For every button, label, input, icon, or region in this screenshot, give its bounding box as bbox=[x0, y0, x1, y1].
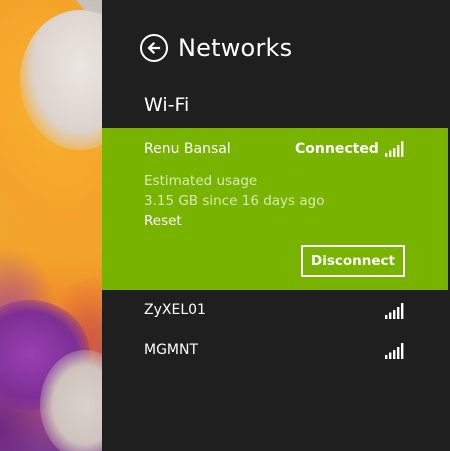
wifi-signal-icon bbox=[385, 343, 404, 359]
screen: Networks Wi-Fi Renu Bansal Connected Est… bbox=[0, 0, 450, 451]
network-name: ZyXEL01 bbox=[144, 302, 206, 318]
wifi-signal-icon bbox=[385, 303, 404, 319]
reset-link[interactable]: Reset bbox=[144, 213, 182, 229]
network-name: MGMNT bbox=[144, 342, 199, 358]
network-list-item[interactable]: ZyXEL01 bbox=[102, 294, 448, 328]
network-list-item[interactable]: MGMNT bbox=[102, 334, 448, 368]
connection-status: Connected bbox=[295, 141, 379, 157]
connected-network-tile[interactable]: Renu Bansal Connected Estimated usage 3.… bbox=[102, 128, 448, 290]
page-title: Networks bbox=[178, 34, 293, 62]
back-arrow-icon bbox=[147, 41, 161, 55]
estimated-usage-label: Estimated usage bbox=[144, 173, 258, 189]
disconnect-button[interactable]: Disconnect bbox=[301, 245, 405, 277]
panel-header: Networks bbox=[140, 34, 292, 62]
estimated-usage-value: 3.15 GB since 16 days ago bbox=[144, 193, 325, 209]
wifi-section-title: Wi-Fi bbox=[144, 94, 190, 116]
network-name: Renu Bansal bbox=[144, 141, 231, 157]
desktop-wallpaper bbox=[0, 0, 102, 451]
networks-panel: Networks Wi-Fi Renu Bansal Connected Est… bbox=[102, 0, 450, 451]
back-button[interactable] bbox=[140, 34, 168, 62]
wifi-signal-icon bbox=[385, 141, 404, 157]
